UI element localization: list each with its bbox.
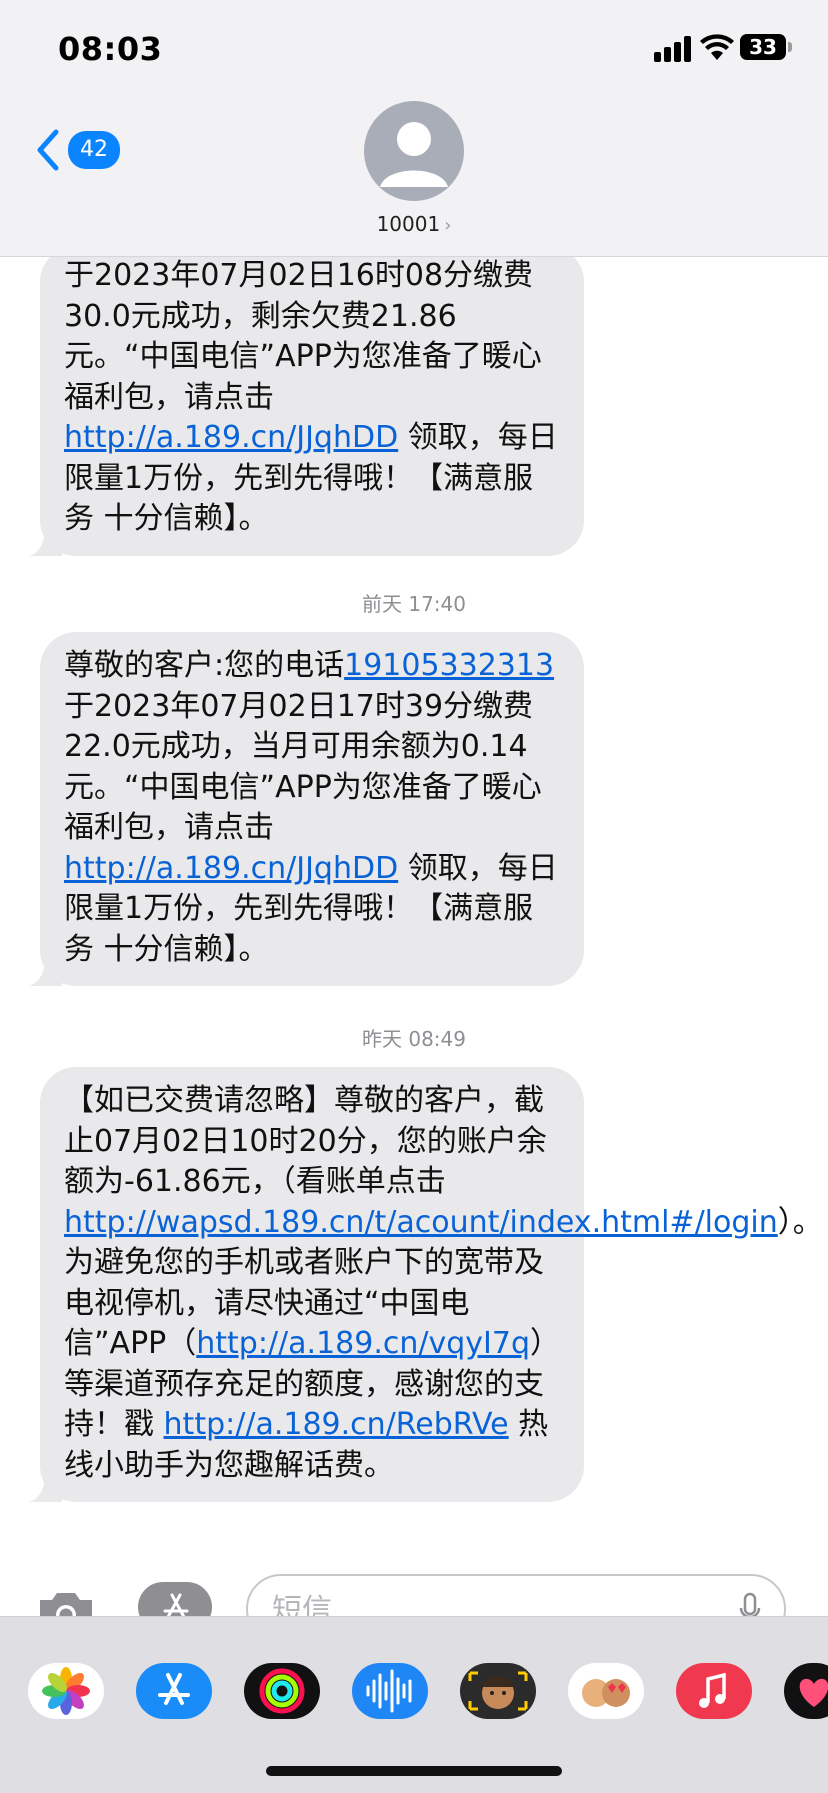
message-bubble[interactable]: 【如已交费请忽略】尊敬的客户，截止07月02日10时20分，您的账户余额为-61… [28, 1067, 823, 1502]
message-text-segment: 于2023年07月02日17时39分缴费22.0元成功，当月可用余额为0.14元… [64, 688, 542, 846]
message-text: 尊敬的客户:您的电话19105332313 于2023年07月02日17时39分缴… [64, 646, 560, 970]
message-link[interactable]: http://wapsd.189.cn/t/acount/index.html#… [64, 1205, 778, 1240]
contact-name: 10001 [376, 212, 441, 236]
back-button[interactable]: 42 [30, 126, 120, 174]
message-link[interactable]: 19105332313 [344, 648, 554, 683]
contact-avatar[interactable] [364, 101, 464, 201]
photos-app-icon[interactable] [28, 1663, 104, 1719]
music-app-icon[interactable] [676, 1663, 752, 1719]
app-store-app-icon[interactable] [136, 1663, 212, 1719]
bubble-tail [28, 956, 62, 986]
unread-count-badge: 42 [68, 131, 120, 169]
contact-name-button[interactable]: 10001 › [0, 212, 828, 236]
chevron-left-icon [37, 129, 59, 171]
message-timestamp: 前天 17:40 [362, 592, 466, 616]
battery-icon: 33 [740, 34, 792, 60]
message-link[interactable]: http://a.189.cn/JJqhDD [64, 420, 398, 455]
wifi-icon [700, 34, 734, 60]
message-text-segment: 于2023年07月02日16时08分缴费30.0元成功，剩余欠费21.86元。“… [64, 258, 542, 415]
message-text-segment: 尊敬的客户:您的电话 [64, 648, 345, 683]
memoji-app-icon[interactable] [460, 1663, 536, 1719]
heart-sticker-app-icon[interactable] [784, 1663, 828, 1719]
message-timestamp: 昨天 08:49 [362, 1027, 466, 1051]
voice-memos-app-icon[interactable] [352, 1663, 428, 1719]
person-icon [380, 122, 448, 187]
message-bubble[interactable]: 尊敬的客户:您的电话19105332313 于2023年07月02日17时39分缴… [28, 632, 584, 986]
conversation-header: 08:03 33 42 10001 › [0, 0, 828, 257]
message-link[interactable]: http://a.189.cn/JJqhDD [64, 851, 398, 886]
message-bubble[interactable]: 于2023年07月02日16时08分缴费30.0元成功，剩余欠费21.86元。“… [28, 246, 584, 556]
chevron-right-icon: › [444, 215, 452, 236]
status-time: 08:03 [58, 30, 163, 68]
bubble-tail [28, 1472, 62, 1502]
home-indicator [266, 1766, 562, 1776]
message-text-segment: 【如已交费请忽略】尊敬的客户，截止07月02日10时20分，您的账户余额为-61… [64, 1083, 547, 1199]
bubble-tail [28, 525, 62, 556]
animoji-stickers-app-icon[interactable] [568, 1663, 644, 1719]
message-text: 于2023年07月02日16时08分缴费30.0元成功，剩余欠费21.86元。“… [64, 256, 560, 540]
message-link[interactable]: http://a.189.cn/vqyI7q [196, 1326, 530, 1361]
message-text: 【如已交费请忽略】尊敬的客户，截止07月02日10时20分，您的账户余额为-61… [64, 1081, 823, 1486]
cellular-signal-icon [654, 34, 700, 62]
message-link[interactable]: http://a.189.cn/RebRVe [164, 1407, 509, 1442]
fitness-app-icon[interactable] [244, 1663, 320, 1719]
